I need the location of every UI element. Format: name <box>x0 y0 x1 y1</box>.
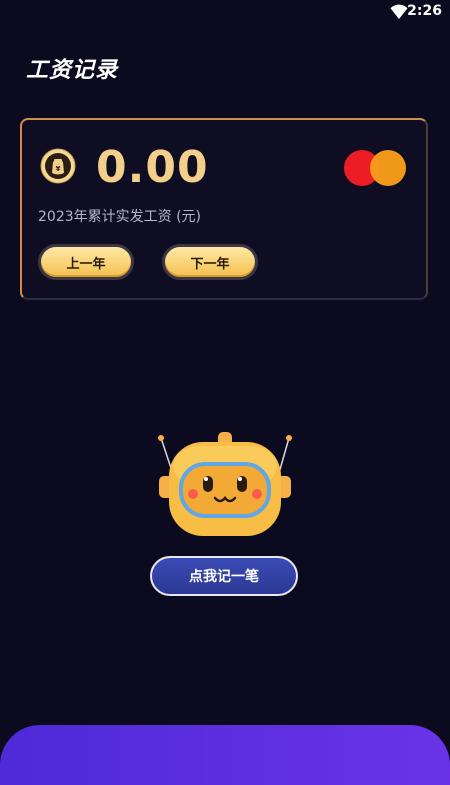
page-title: 工资记录 <box>26 58 119 83</box>
status-bar: 2:26 <box>0 0 450 24</box>
prev-year-button[interactable]: 上一年 <box>38 244 134 280</box>
card-logo-orange-circle <box>370 150 406 186</box>
salary-summary-card: ¥ 0.00 2023年累计实发工资 (元) 上一年 下一年 <box>20 118 428 300</box>
total-amount: 0.00 <box>96 142 209 193</box>
bottom-bar <box>0 725 450 785</box>
money-bag-icon: ¥ <box>40 148 76 184</box>
wifi-icon <box>390 4 408 19</box>
robot-mascot-icon <box>158 432 292 536</box>
record-entry-button[interactable]: 点我记一笔 <box>150 556 298 596</box>
summary-subtitle: 2023年累计实发工资 (元) <box>38 209 202 225</box>
status-time: 2:26 <box>407 3 442 19</box>
svg-text:¥: ¥ <box>56 165 61 173</box>
next-year-button[interactable]: 下一年 <box>162 244 258 280</box>
card-logo <box>344 150 406 186</box>
